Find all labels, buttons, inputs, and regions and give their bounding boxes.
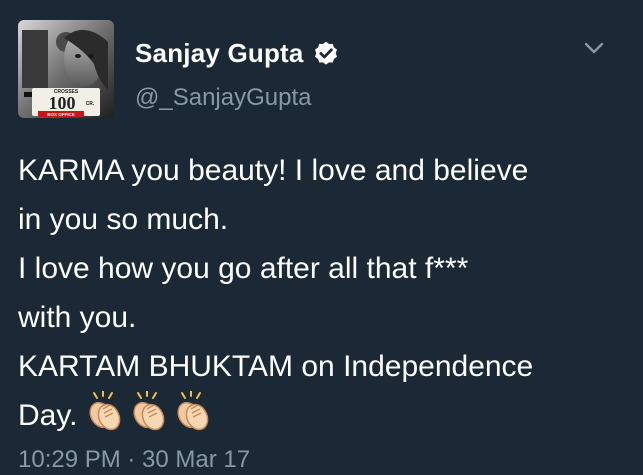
user-handle[interactable]: @_SanjayGupta xyxy=(135,84,311,112)
tweet-text-last-line: Day. xyxy=(18,391,633,446)
display-name[interactable]: Sanjay Gupta xyxy=(135,38,304,69)
tweet-text-line: KARMA you beauty! I love and believe xyxy=(18,154,529,187)
tweet-timestamp[interactable]: 10:29 PM · 30 Mar 17 xyxy=(18,446,250,474)
tweet-text: KARMA you beauty! I love and believe in … xyxy=(18,146,633,446)
tweet-text-line: in you so much. xyxy=(18,203,229,236)
badge-bottom-label: BOX OFFICE xyxy=(47,112,75,117)
badge-number: 100 xyxy=(49,93,76,113)
chevron-down-icon[interactable] xyxy=(580,38,608,58)
tweet-text-line: with you. xyxy=(18,301,137,334)
clapping-hands-icon xyxy=(89,391,121,431)
tweet-card: CROSSES 100 CR. BOX OFFICE Sanjay Gupta … xyxy=(0,0,643,475)
clapping-hands-icon xyxy=(133,391,165,431)
tweet-text-line: Day. xyxy=(18,399,78,432)
verified-badge-icon xyxy=(314,41,337,65)
clapping-hands-icon xyxy=(177,391,209,431)
tweet-text-line: I love how you go after all that f*** xyxy=(18,252,469,285)
author-name-row: Sanjay Gupta xyxy=(135,38,340,69)
emoji-group xyxy=(83,391,215,446)
badge-unit: CR. xyxy=(86,101,95,107)
tweet-text-line: KARTAM BHUKTAM on Independence xyxy=(18,350,534,383)
avatar[interactable]: CROSSES 100 CR. BOX OFFICE xyxy=(18,20,114,118)
avatar-image: CROSSES 100 CR. BOX OFFICE xyxy=(18,20,114,118)
